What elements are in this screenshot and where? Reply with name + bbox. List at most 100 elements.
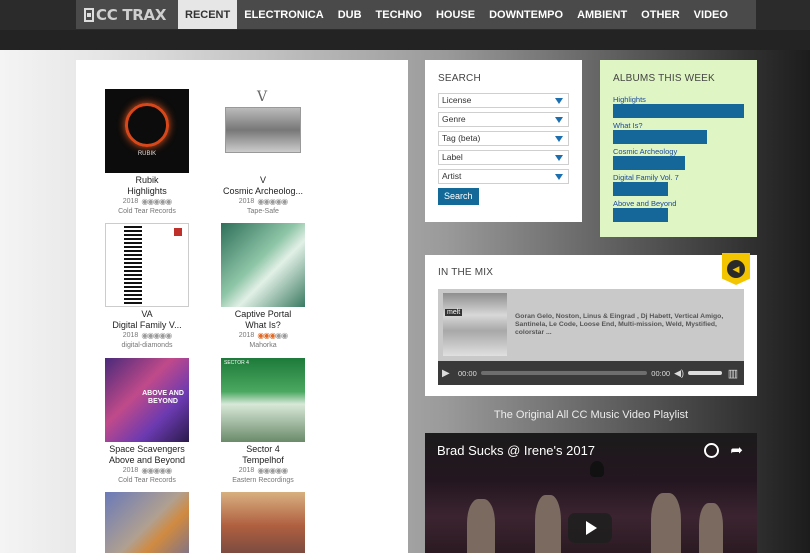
trash-icon[interactable]: ▥	[726, 367, 740, 380]
mix-thumbnail[interactable]: melt	[443, 293, 507, 356]
album-card[interactable]	[92, 492, 202, 553]
seek-bar[interactable]	[480, 371, 648, 375]
cover-waveform	[124, 226, 142, 304]
albums-week-item[interactable]: Highlights	[613, 95, 744, 118]
albums-week-item[interactable]: What Is?	[613, 121, 707, 144]
albums-week-item[interactable]: Above and Beyond	[613, 199, 676, 222]
album-title[interactable]: What Is?	[208, 320, 318, 331]
album-cover[interactable]: ABOVE AND BEYOND	[105, 358, 189, 442]
nav-item-ambient[interactable]: AMBIENT	[570, 0, 634, 29]
album-card[interactable]: RUBIK Rubik Highlights 2018 ◉◉◉◉◉ Cold T…	[92, 89, 202, 217]
nav-item-downtempo[interactable]: DOWNTEMPO	[482, 0, 570, 29]
chevron-down-icon	[555, 98, 563, 104]
cover-text: V	[257, 89, 268, 105]
album-artist[interactable]: V	[208, 175, 318, 186]
volume-slider[interactable]	[688, 371, 722, 375]
album-cover[interactable]: RUBIK	[105, 89, 189, 173]
license-select[interactable]: License	[438, 93, 569, 108]
select-value: License	[442, 95, 472, 105]
playlist-title[interactable]: The Original All CC Music Video Playlist	[425, 409, 757, 421]
tag-select[interactable]: Tag (beta)	[438, 131, 569, 146]
album-label[interactable]: digital-diamonds	[92, 341, 202, 351]
artist-select[interactable]: Artist	[438, 169, 569, 184]
mix-thumb-label: melt	[445, 309, 463, 316]
mix-artists: Goran Gelo, Noston, Linus & Eingrad , Dj…	[515, 313, 724, 336]
albums-week-item[interactable]: Cosmic Archeology	[613, 147, 685, 170]
select-value: Genre	[442, 114, 466, 124]
mix-title: IN THE MIX	[438, 267, 494, 278]
albums-week-label[interactable]: Above and Beyond	[613, 199, 676, 208]
album-meta: 2018 ◉◉◉◉◉	[92, 466, 202, 476]
rating-stars[interactable]: ◉◉◉◉◉	[141, 331, 172, 341]
album-cover[interactable]	[105, 492, 189, 553]
album-year: 2018	[122, 332, 139, 339]
nav-item-video[interactable]: VIDEO	[687, 0, 735, 29]
play-icon[interactable]: ▶	[442, 368, 454, 379]
album-card[interactable]: VA Digital Family V... 2018 ◉◉◉◉◉ digita…	[92, 223, 202, 351]
albums-week-label[interactable]: What Is?	[613, 121, 707, 130]
album-title[interactable]: Tempelhof	[208, 455, 318, 466]
volume-icon[interactable]: ◀)	[674, 368, 684, 379]
album-title[interactable]: Cosmic Archeolog...	[208, 186, 318, 197]
albums-week-label[interactable]: Highlights	[613, 95, 744, 104]
rating-stars[interactable]: ◉◉◉◉◉	[257, 197, 288, 207]
video-player[interactable]: Brad Sucks @ Irene's 2017 ➦	[425, 433, 757, 553]
album-artist[interactable]: Sector 4	[208, 444, 318, 455]
albums-week-bar	[613, 104, 744, 118]
video-scene-person	[651, 493, 681, 553]
nav-item-techno[interactable]: TECHNO	[369, 0, 429, 29]
rating-stars[interactable]: ◉◉◉◉◉	[257, 331, 288, 341]
album-card[interactable]: V V Cosmic Archeolog... 2018 ◉◉◉◉◉ Tape-…	[208, 89, 318, 217]
site-logo[interactable]: CC TRAX	[76, 0, 178, 29]
rating-stars[interactable]: ◉◉◉◉◉	[141, 466, 172, 476]
share-icon[interactable]: ➦	[730, 441, 743, 459]
play-button[interactable]	[568, 513, 612, 543]
rating-stars[interactable]: ◉◉◉◉◉	[141, 197, 172, 207]
album-artist[interactable]: Space Scavengers	[92, 444, 202, 455]
album-title[interactable]: Digital Family V...	[92, 320, 202, 331]
video-title[interactable]: Brad Sucks @ Irene's 2017	[437, 443, 595, 458]
album-artist[interactable]: Captive Portal	[208, 309, 318, 320]
mix-player: melt Goran Gelo, Noston, Linus & Eingrad…	[438, 289, 744, 385]
album-title[interactable]: Above and Beyond	[92, 455, 202, 466]
nav-item-other[interactable]: OTHER	[634, 0, 687, 29]
video-scene-person	[699, 503, 723, 553]
album-cover[interactable]: SECTOR 4	[221, 358, 305, 442]
album-artist[interactable]: Rubik	[92, 175, 202, 186]
album-artist[interactable]: VA	[92, 309, 202, 320]
cover-art-ring	[125, 103, 169, 147]
album-cover[interactable]	[221, 223, 305, 307]
rating-stars[interactable]: ◉◉◉◉◉	[257, 466, 288, 476]
album-label[interactable]: Cold Tear Records	[92, 207, 202, 217]
album-label[interactable]: Tape-Safe	[208, 207, 318, 217]
nav-item-dub[interactable]: DUB	[331, 0, 369, 29]
mix-badge-icon: ◀	[722, 253, 750, 285]
video-scene-person	[535, 495, 561, 553]
album-label[interactable]: Mahorka	[208, 341, 318, 351]
label-select[interactable]: Label	[438, 150, 569, 165]
watch-later-icon[interactable]	[704, 443, 719, 458]
album-label[interactable]: Cold Tear Records	[92, 476, 202, 486]
album-meta: 2018 ◉◉◉◉◉	[208, 197, 318, 207]
album-card[interactable]: SECTOR 4 Sector 4 Tempelhof 2018 ◉◉◉◉◉ E…	[208, 358, 318, 486]
albums-week-bar	[613, 182, 668, 196]
album-cover[interactable]: V	[221, 89, 305, 173]
chevron-down-icon	[555, 136, 563, 142]
albums-week-label[interactable]: Digital Family Vol. 7	[613, 173, 679, 182]
albums-week-label[interactable]: Cosmic Archeology	[613, 147, 685, 156]
album-card[interactable]: ABOVE AND BEYOND Space Scavengers Above …	[92, 358, 202, 486]
genre-select[interactable]: Genre	[438, 112, 569, 127]
album-card[interactable]	[208, 492, 318, 553]
album-title[interactable]: Highlights	[92, 186, 202, 197]
nav-item-electronica[interactable]: ELECTRONICA	[237, 0, 330, 29]
albums-week-item[interactable]: Digital Family Vol. 7	[613, 173, 679, 196]
nav-item-house[interactable]: HOUSE	[429, 0, 482, 29]
search-button[interactable]: Search	[438, 188, 479, 205]
album-cover[interactable]	[105, 223, 189, 307]
album-cover[interactable]	[221, 492, 305, 553]
albums-week-bar	[613, 156, 685, 170]
search-title: SEARCH	[438, 73, 481, 84]
nav-item-recent[interactable]: RECENT	[178, 0, 238, 29]
album-label[interactable]: Eastern Recordings	[208, 476, 318, 486]
album-card[interactable]: Captive Portal What Is? 2018 ◉◉◉◉◉ Mahor…	[208, 223, 318, 351]
